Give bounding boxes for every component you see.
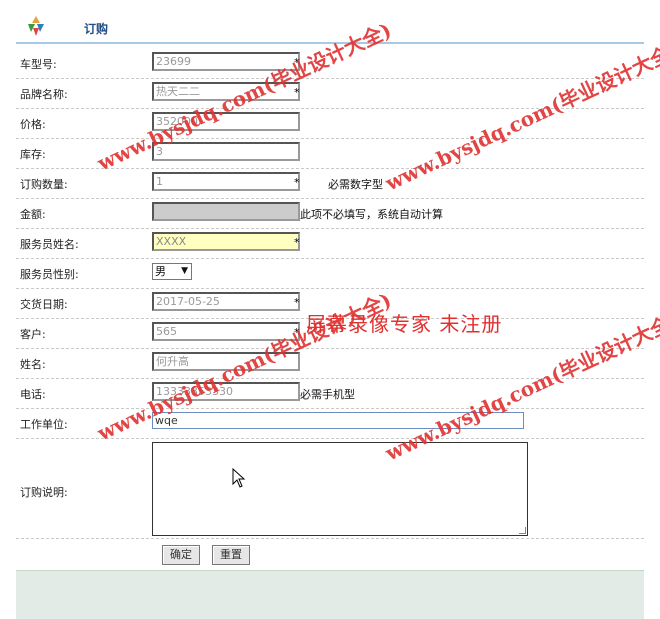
price-label: 价格: — [20, 118, 46, 131]
confirm-button[interactable]: 确定 — [162, 545, 200, 565]
logo-icon — [28, 16, 44, 36]
stock-input[interactable]: 3 — [152, 142, 300, 161]
required-mark: * — [294, 296, 300, 309]
amount-input — [152, 202, 300, 221]
name-label: 姓名: — [20, 358, 46, 371]
customer-label: 客户: — [20, 328, 46, 341]
car-model-label: 车型号: — [20, 58, 57, 71]
footer-bar — [16, 570, 644, 619]
stock-label: 库存: — [20, 148, 46, 161]
delivery-date-input[interactable]: 2017-05-25 — [152, 292, 300, 311]
form-row-staff-name: 服务员姓名: XXXX * — [16, 228, 644, 259]
order-qty-label: 订购数量: — [20, 178, 68, 191]
staff-gender-label: 服务员性别: — [20, 268, 79, 281]
phone-label: 电话: — [20, 388, 46, 401]
form-row-amount: 金额: 此项不必填写，系统自动计算 — [16, 198, 644, 229]
recorder-watermark: 屏幕录像专家 未注册 — [306, 312, 503, 336]
work-unit-label: 工作单位: — [20, 418, 68, 431]
required-mark: * — [294, 176, 300, 189]
mouse-cursor-icon — [232, 468, 246, 488]
delivery-date-label: 交货日期: — [20, 298, 68, 311]
order-qty-hint: 必需数字型 — [328, 178, 383, 191]
gender-select[interactable]: 男 ▼ — [152, 263, 192, 280]
phone-hint: 必需手机型 — [300, 388, 355, 401]
form-row-staff-gender: 服务员性别: 男 ▼ — [16, 258, 644, 289]
staff-name-label: 服务员姓名: — [20, 238, 79, 251]
order-page: 订购 车型号: 23699 * 品牌名称: 热天二二 * 价格: 352000 … — [0, 0, 660, 619]
order-note-textarea[interactable] — [152, 442, 528, 536]
reset-button[interactable]: 重置 — [212, 545, 250, 565]
page-title: 订购 — [84, 22, 109, 36]
order-qty-input[interactable]: 1 — [152, 172, 300, 191]
form-row-order-note: 订购说明: — [16, 440, 644, 539]
order-note-label: 订购说明: — [20, 486, 68, 499]
amount-label: 金额: — [20, 208, 46, 221]
amount-hint: 此项不必填写，系统自动计算 — [300, 208, 443, 221]
required-mark: * — [294, 236, 300, 249]
dropdown-arrow-icon: ▼ — [181, 266, 188, 276]
resize-handle-icon[interactable] — [519, 527, 526, 534]
gender-selected-value: 男 — [155, 265, 166, 278]
required-mark: * — [294, 86, 300, 99]
staff-name-input[interactable]: XXXX — [152, 232, 300, 251]
form-actions: 确定 重置 — [16, 542, 644, 568]
brand-label: 品牌名称: — [20, 88, 68, 101]
